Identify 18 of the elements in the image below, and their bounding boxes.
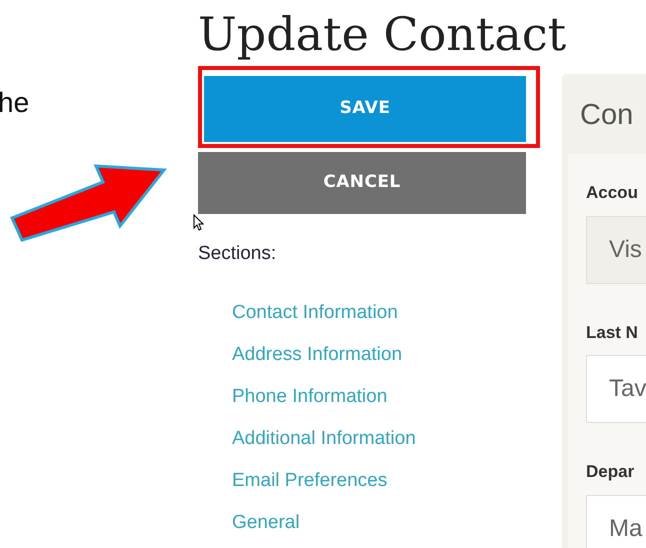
- input-field[interactable]: Ma: [586, 494, 646, 548]
- save-button[interactable]: SAVE: [204, 76, 526, 142]
- input-field[interactable]: Tav: [586, 355, 646, 423]
- sections-label: Sections:: [198, 242, 278, 266]
- page-title: Update Contact: [198, 6, 568, 63]
- panel-title: Con: [579, 98, 634, 133]
- intro-text: he: [0, 86, 30, 120]
- field-label: Depar: [586, 461, 636, 483]
- cursor-icon: [193, 214, 204, 231]
- field-label: Accou: [586, 182, 639, 204]
- section-link[interactable]: Contact Information: [232, 298, 562, 326]
- section-link[interactable]: Address Information: [232, 340, 562, 368]
- cancel-button[interactable]: CANCEL: [198, 152, 526, 214]
- section-link[interactable]: General: [232, 508, 562, 536]
- section-link[interactable]: Phone Information: [232, 382, 562, 410]
- field-label: Last N: [586, 322, 639, 344]
- section-link[interactable]: Additional Information: [232, 424, 562, 452]
- section-link[interactable]: Email Preferences: [232, 466, 562, 494]
